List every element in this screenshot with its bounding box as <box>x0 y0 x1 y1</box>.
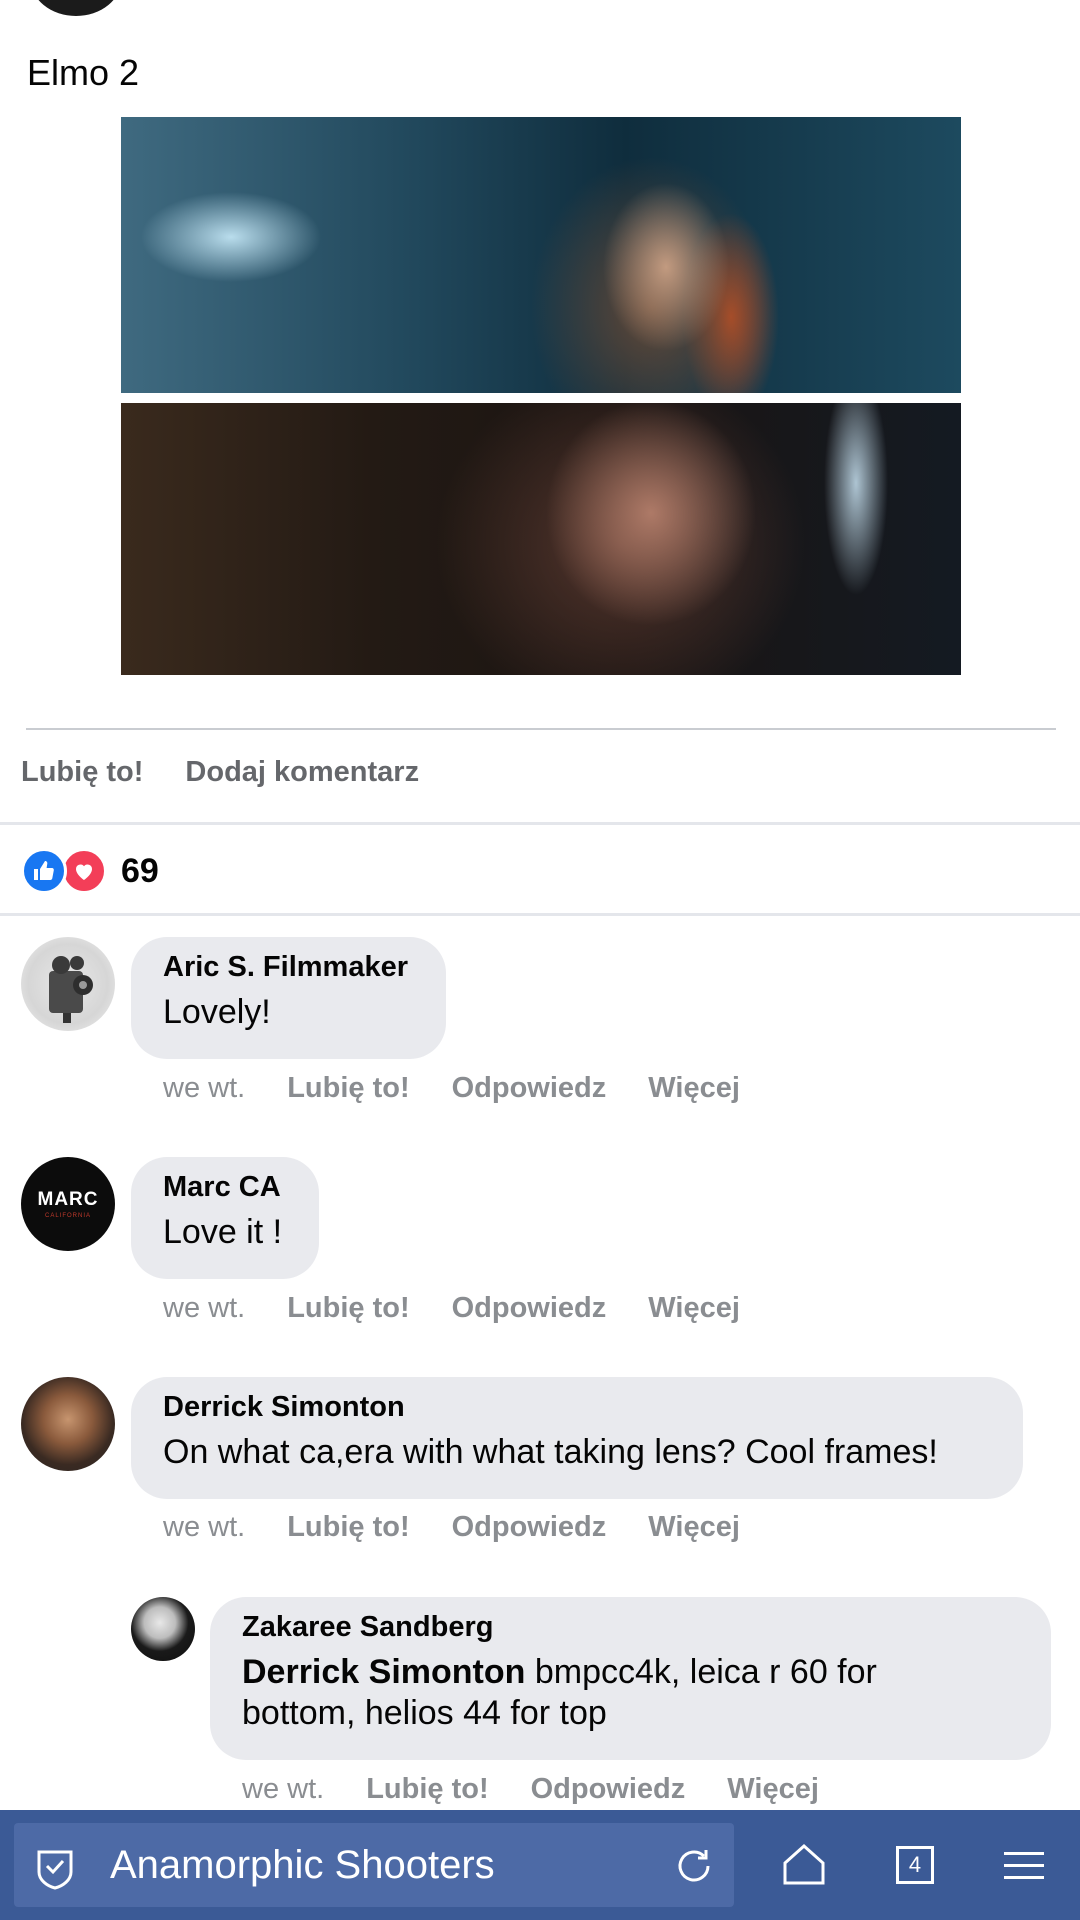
comment-actions: we wt. Lubię to! Odpowiedz Więcej <box>163 1072 740 1105</box>
post-photo-top[interactable] <box>121 117 961 393</box>
avatar-logo-text: MARC <box>37 1189 99 1210</box>
avatar[interactable] <box>21 937 115 1031</box>
comment-author[interactable]: Marc CA <box>163 1171 287 1204</box>
comment-more-button[interactable]: Więcej <box>648 1072 740 1105</box>
comment-more-button[interactable]: Więcej <box>648 1511 740 1544</box>
reply-text-line2: bottom, helios 44 for top <box>242 1693 607 1732</box>
love-icon <box>61 848 107 894</box>
like-icon <box>21 848 67 894</box>
avatar[interactable] <box>21 1377 115 1471</box>
like-button[interactable]: Lubię to! <box>21 756 143 789</box>
divider <box>26 728 1056 730</box>
add-comment-button[interactable]: Dodaj komentarz <box>185 756 419 789</box>
comment-more-button[interactable]: Więcej <box>727 1773 819 1806</box>
reply-actions: we wt. Lubię to! Odpowiedz Więcej <box>242 1773 819 1806</box>
comment-time[interactable]: we wt. <box>163 1072 245 1105</box>
reactions-count: 69 <box>121 851 159 890</box>
comment-author[interactable]: Aric S. Filmmaker <box>163 951 414 984</box>
avatar[interactable] <box>131 1597 195 1661</box>
comment-reply-button[interactable]: Odpowiedz <box>452 1072 607 1105</box>
comment-like-button[interactable]: Lubię to! <box>287 1072 409 1105</box>
camera-icon <box>49 956 93 1023</box>
comment-time[interactable]: we wt. <box>163 1292 245 1325</box>
post-photo-bottom[interactable] <box>121 403 961 675</box>
post-author-avatar[interactable] <box>30 0 122 16</box>
comment-reply-button[interactable]: Odpowiedz <box>531 1773 686 1806</box>
reply-text-line1: bmpcc4k, leica r 60 for <box>525 1653 877 1691</box>
comment-reply-button[interactable]: Odpowiedz <box>452 1292 607 1325</box>
reply-author[interactable]: Zakaree Sandberg <box>242 1611 1019 1644</box>
comment-actions: we wt. Lubię to! Odpowiedz Więcej <box>163 1292 740 1325</box>
divider <box>0 822 1080 825</box>
avatar[interactable]: MARC CALIFORNIA <box>21 1157 115 1251</box>
comment-time[interactable]: we wt. <box>163 1511 245 1544</box>
comment-bubble[interactable]: Marc CA Love it ! <box>131 1157 319 1279</box>
comment-text: Love it ! <box>163 1213 283 1251</box>
tabs-icon[interactable]: 4 <box>890 1840 940 1890</box>
comment-like-button[interactable]: Lubię to! <box>366 1773 488 1806</box>
comment-bubble[interactable]: Derrick Simonton On what ca,era with wha… <box>131 1377 1023 1499</box>
comment-text: Lovely! <box>163 993 271 1031</box>
comment-actions: we wt. Lubię to! Odpowiedz Więcej <box>163 1511 740 1544</box>
menu-icon[interactable] <box>1000 1844 1048 1888</box>
comment-author[interactable]: Derrick Simonton <box>163 1391 991 1424</box>
comment-bubble[interactable]: Aric S. Filmmaker Lovely! <box>131 937 446 1059</box>
divider <box>0 913 1080 916</box>
home-icon[interactable] <box>778 1838 830 1890</box>
reload-icon[interactable] <box>668 1840 720 1892</box>
reactions-summary[interactable]: 69 <box>21 848 159 894</box>
comment-like-button[interactable]: Lubię to! <box>287 1511 409 1544</box>
comment-more-button[interactable]: Więcej <box>648 1292 740 1325</box>
reply-text: Derrick Simonton bmpcc4k, leica r 60 for… <box>242 1652 1019 1734</box>
reply-mention[interactable]: Derrick Simonton <box>242 1653 525 1691</box>
comment-like-button[interactable]: Lubię to! <box>287 1292 409 1325</box>
tab-count: 4 <box>896 1846 934 1884</box>
avatar-logo-subtext: CALIFORNIA <box>44 1213 91 1219</box>
comment-reply-button[interactable]: Odpowiedz <box>452 1511 607 1544</box>
shield-check-icon[interactable] <box>30 1843 80 1893</box>
url-text[interactable]: Anamorphic Shooters <box>110 1843 495 1888</box>
comment-text: On what ca,era with what taking lens? Co… <box>163 1433 938 1471</box>
post-action-bar: Lubię to! Dodaj komentarz <box>21 756 419 789</box>
reply-bubble[interactable]: Zakaree Sandberg Derrick Simonton bmpcc4… <box>210 1597 1051 1760</box>
post-text: Elmo 2 <box>27 52 140 93</box>
comment-time[interactable]: we wt. <box>242 1773 324 1806</box>
